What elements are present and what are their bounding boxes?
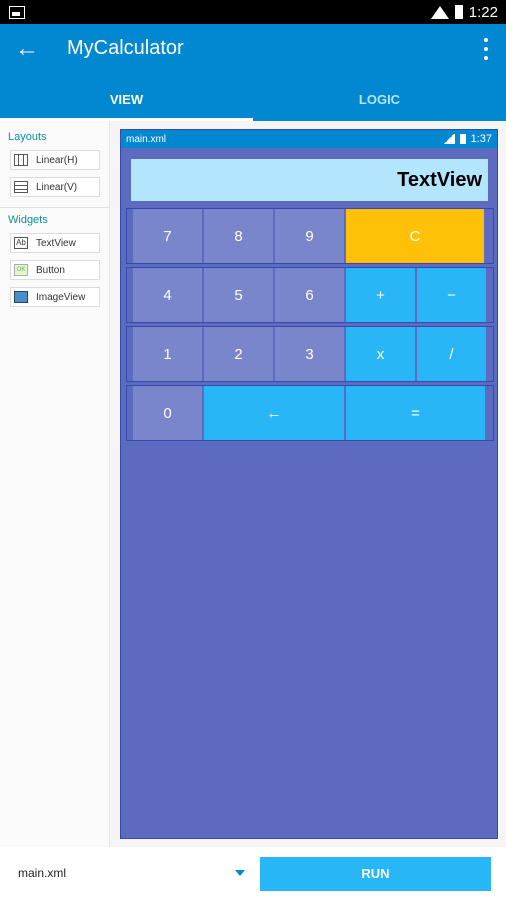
key-minus[interactable]: − (417, 268, 488, 322)
keypad-row: 0 ← = (126, 385, 494, 441)
image-notification-icon (9, 5, 25, 19)
layouts-section-title: Layouts (8, 131, 47, 143)
palette-item-label: Button (36, 264, 65, 276)
keypad-row: 7 8 9 C (126, 208, 494, 264)
imageview-icon (14, 291, 28, 303)
status-time: 1:22 (468, 3, 498, 21)
overflow-menu-icon[interactable] (484, 38, 490, 60)
key-clear[interactable]: C (346, 209, 486, 263)
keypad-row: 4 5 6 + − (126, 267, 494, 323)
palette-item-label: Linear(V) (36, 181, 78, 193)
palette-item-label: Linear(H) (36, 154, 78, 166)
widget-palette: Layouts Linear(H) Linear(V) Widgets Ab T… (0, 121, 110, 847)
tab-logic[interactable]: LOGIC (253, 82, 506, 121)
key-times[interactable]: x (346, 327, 417, 381)
preview-time: 1:37 (470, 133, 492, 145)
bottom-bar: main.xml RUN (0, 847, 506, 900)
key-4[interactable]: 4 (133, 268, 204, 322)
status-bar: 1:22 (0, 0, 506, 24)
key-3[interactable]: 3 (275, 327, 346, 381)
app-title: MyCalculator (67, 37, 184, 59)
key-0[interactable]: 0 (133, 386, 204, 440)
run-button[interactable]: RUN (260, 857, 491, 891)
key-equals[interactable]: = (346, 386, 487, 440)
preview-status-bar: main.xml 1:37 (121, 130, 497, 148)
palette-item-label: ImageView (36, 291, 86, 303)
key-7[interactable]: 7 (133, 209, 204, 263)
dropdown-arrow-icon[interactable] (235, 870, 245, 876)
key-8[interactable]: 8 (204, 209, 275, 263)
back-arrow-icon[interactable]: ← (14, 36, 40, 62)
linear-horizontal-icon (14, 154, 28, 166)
preview-filename: main.xml (126, 133, 167, 145)
key-divide[interactable]: / (417, 327, 488, 381)
wifi-icon (430, 5, 449, 19)
widgets-section-title: Widgets (8, 214, 48, 226)
app-bar: ← MyCalculator VIEW LOGIC (0, 24, 506, 121)
key-9[interactable]: 9 (275, 209, 346, 263)
key-backspace[interactable]: ← (204, 386, 346, 440)
display-textview[interactable]: TextView (131, 159, 488, 201)
key-6[interactable]: 6 (275, 268, 346, 322)
palette-item-linear-v[interactable]: Linear(V) (10, 177, 100, 197)
file-selector[interactable]: main.xml (18, 866, 66, 880)
battery-icon (459, 134, 466, 144)
button-icon: OK (14, 264, 28, 276)
linear-vertical-icon (14, 181, 28, 193)
key-plus[interactable]: + (346, 268, 417, 322)
keypad: 7 8 9 C 4 5 6 + − 1 2 3 x / 0 ← = (126, 208, 494, 444)
key-2[interactable]: 2 (204, 327, 275, 381)
key-1[interactable]: 1 (133, 327, 204, 381)
layout-preview[interactable]: main.xml 1:37 TextView 7 8 9 C 4 5 6 + −… (120, 129, 498, 839)
palette-item-linear-h[interactable]: Linear(H) (10, 150, 100, 170)
palette-item-button[interactable]: OK Button (10, 260, 100, 280)
battery-icon (454, 5, 463, 19)
palette-item-imageview[interactable]: ImageView (10, 287, 100, 307)
keypad-row: 1 2 3 x / (126, 326, 494, 382)
textview-icon: Ab (14, 237, 28, 249)
palette-item-label: TextView (36, 237, 76, 249)
key-5[interactable]: 5 (204, 268, 275, 322)
tab-bar: VIEW LOGIC (0, 82, 506, 121)
palette-item-textview[interactable]: Ab TextView (10, 233, 100, 253)
section-divider (0, 207, 109, 208)
tab-view[interactable]: VIEW (0, 82, 253, 121)
signal-icon (442, 134, 455, 144)
